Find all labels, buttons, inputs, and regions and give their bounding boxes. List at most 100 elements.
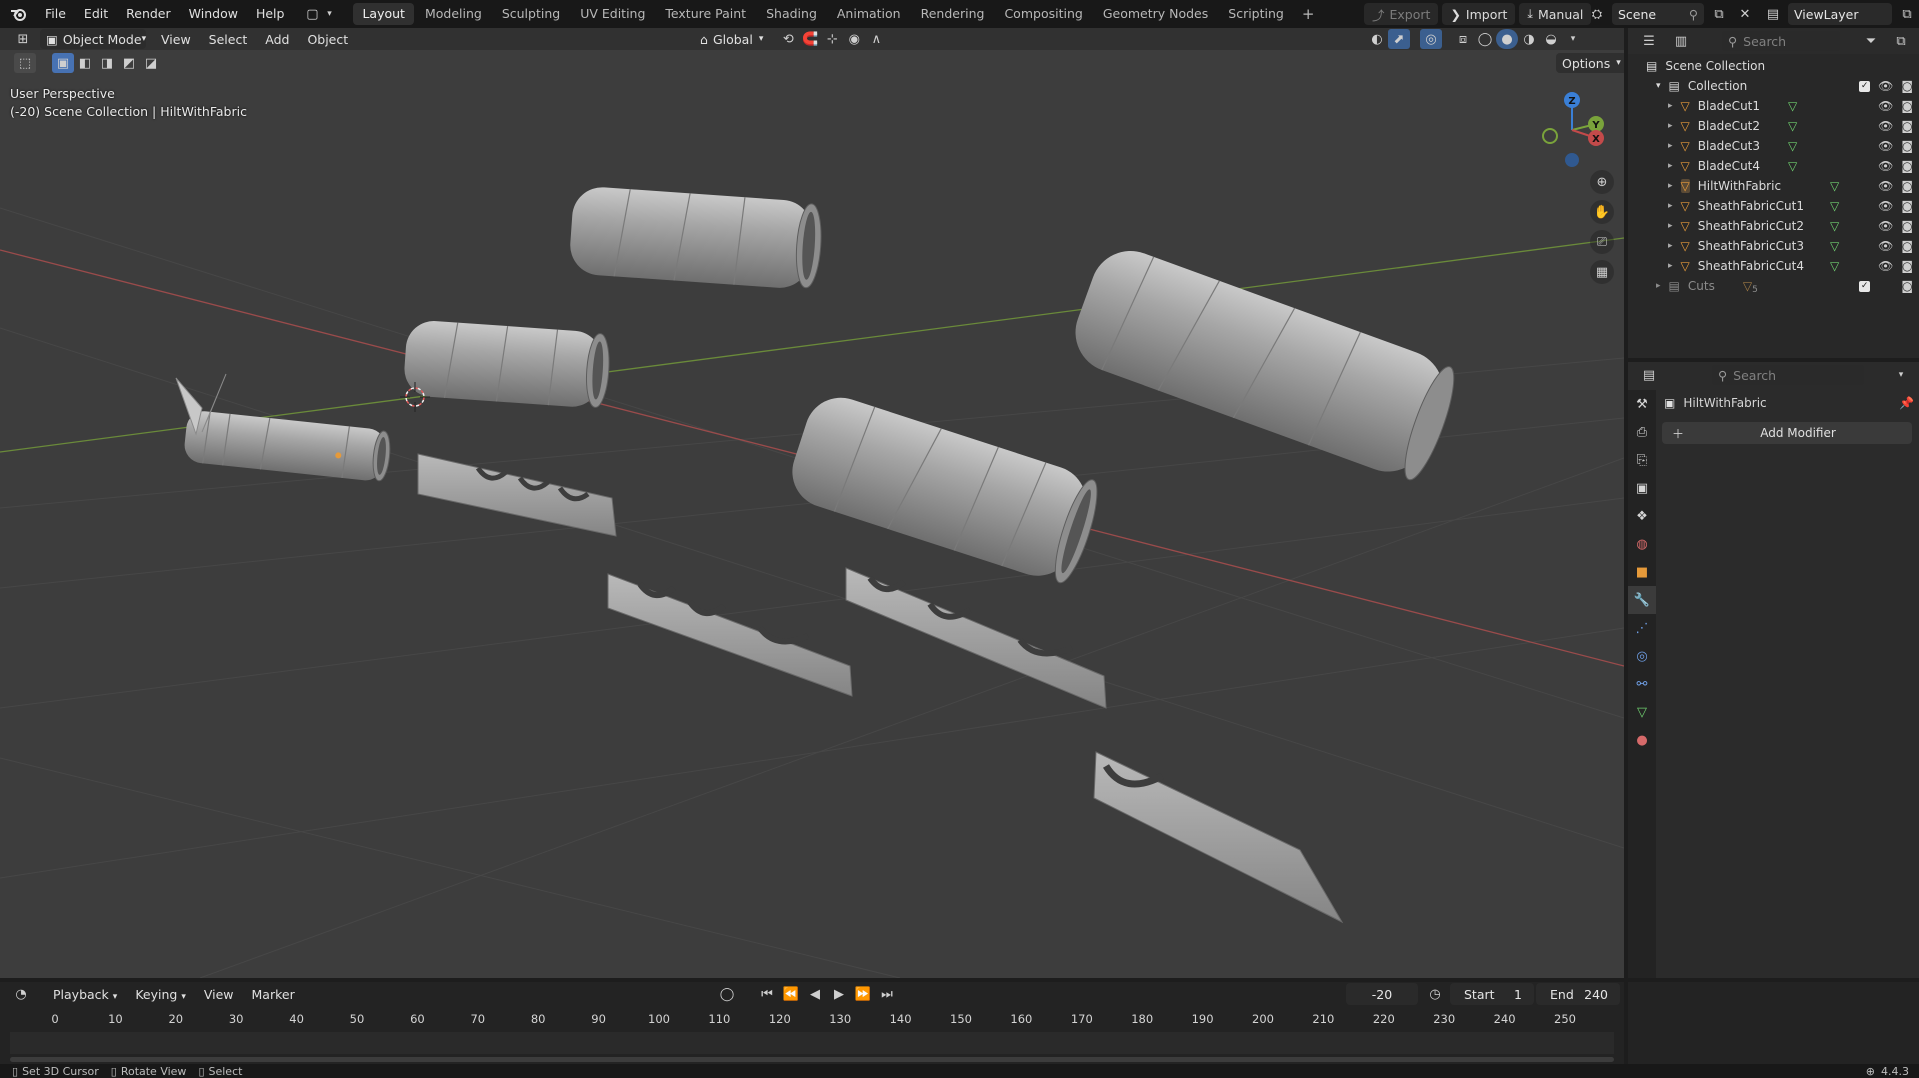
mesh-data-icon[interactable]: ▽ (1788, 159, 1797, 173)
menu-window[interactable]: Window (180, 0, 247, 28)
new-scene-icon[interactable]: ⧉ (1708, 4, 1730, 24)
viewport-menu-object[interactable]: Object (298, 32, 357, 47)
snap-icon[interactable]: 🧲 (799, 29, 821, 49)
mesh-data-icon[interactable]: ▽ (1830, 239, 1839, 253)
chevron-right-icon[interactable]: ▸ (1668, 201, 1673, 211)
mesh-sheath-large-right[interactable] (1064, 240, 1463, 486)
add-workspace-button[interactable]: + (1293, 3, 1324, 25)
object-tab-icon[interactable]: ■ (1628, 558, 1656, 586)
object-mode-dropdown[interactable]: ▣ Object Mode ▾ (40, 29, 146, 49)
3d-viewport[interactable]: Z Y X ⊞ ▣ Object Mode ▾ View Select Add Obj… (0, 28, 1624, 978)
camera-icon[interactable]: ◙ (1901, 139, 1913, 153)
scene-selector[interactable]: Scene ⚲ (1612, 3, 1704, 25)
mesh-blade-cut-small[interactable] (417, 453, 617, 537)
camera-view-icon[interactable]: ⎚ (1590, 230, 1614, 254)
viewport-menu-select[interactable]: Select (200, 32, 257, 47)
tab-texture-paint[interactable]: Texture Paint (656, 3, 755, 25)
menu-help[interactable]: Help (247, 0, 294, 28)
menu-edit[interactable]: Edit (75, 0, 117, 28)
timeline-scrollbar[interactable] (10, 1057, 1614, 1062)
checkbox-icon[interactable]: ✓ (1859, 80, 1871, 92)
tool-tab-icon[interactable]: ⚒ (1628, 390, 1656, 418)
snap-increment-icon[interactable]: ⊹ (821, 29, 843, 49)
properties-editor-icon[interactable]: ▤ (1638, 365, 1660, 385)
new-collection-icon[interactable]: ⧉ (1890, 31, 1912, 51)
outliner-item[interactable]: ▸ ▽ SheathFabricCut4 ▽ 👁 ◙ (1628, 256, 1919, 276)
pin-icon[interactable]: ⚲ (1689, 7, 1698, 22)
camera-icon[interactable]: ◙ (1901, 199, 1913, 213)
material-tab-icon[interactable]: ● (1628, 726, 1656, 754)
outliner-item[interactable]: ▸ ▽ BladeCut4 ▽ 👁 ◙ (1628, 156, 1919, 176)
tab-sculpting[interactable]: Sculpting (493, 3, 569, 25)
camera-icon[interactable]: ◙ (1901, 79, 1913, 93)
outliner-item[interactable]: ▸ ▽ SheathFabricCut2 ▽ 👁 ◙ (1628, 216, 1919, 236)
menu-render[interactable]: Render (117, 0, 180, 28)
menu-file[interactable]: File (36, 0, 75, 28)
camera-icon[interactable]: ◙ (1901, 239, 1913, 253)
eye-icon[interactable]: 👁 (1878, 219, 1893, 233)
display-mode-icon[interactable]: ▥ (1670, 31, 1692, 51)
constraints-tab-icon[interactable]: ⚯ (1628, 670, 1656, 698)
scene-icon[interactable]: ⛭ (1586, 4, 1608, 24)
mesh-hilt-with-fabric[interactable] (183, 409, 392, 482)
viewlayer-selector[interactable]: ViewLayer (1788, 3, 1892, 25)
camera-icon[interactable]: ◙ (1901, 159, 1913, 173)
tab-geometry-nodes[interactable]: Geometry Nodes (1094, 3, 1217, 25)
select-intersect-icon[interactable]: ◪ (140, 53, 162, 73)
chevron-right-icon[interactable]: ▸ (1668, 121, 1673, 131)
mesh-data-icon[interactable]: ▽ (1788, 139, 1797, 153)
select-extend-icon[interactable]: ◧ (74, 53, 96, 73)
zoom-icon[interactable]: ⊕ (1590, 170, 1614, 194)
outliner-item[interactable]: ▸ ▽ HiltWithFabric ▽ 👁 ◙ (1628, 176, 1919, 196)
visibility-icon[interactable]: ◐ (1366, 29, 1388, 49)
eye-icon[interactable]: 👁 (1878, 139, 1893, 153)
camera-icon[interactable]: ◙ (1901, 179, 1913, 193)
tab-layout[interactable]: Layout (353, 3, 414, 25)
viewport-menu-view[interactable]: View (152, 32, 200, 47)
outliner-collection[interactable]: ▾ ▤ Collection ✓ 👁 ◙ (1628, 76, 1919, 96)
gizmo-toggle-icon[interactable]: ⬈ (1388, 29, 1410, 49)
data-tab-icon[interactable]: ▽ (1628, 698, 1656, 726)
select-new-icon[interactable]: ▣ (52, 53, 74, 73)
editor-type-icon[interactable]: ⊞ (12, 29, 34, 49)
eye-icon[interactable]: 👁 (1878, 179, 1893, 193)
wireframe-shading-icon[interactable]: ◯ (1474, 29, 1496, 49)
select-tool-icon[interactable]: ⬚ (14, 53, 36, 73)
camera-icon[interactable]: ◙ (1901, 119, 1913, 133)
options-dropdown[interactable]: Options ▾ (1556, 53, 1624, 73)
mesh-blade-cut-right[interactable] (845, 567, 1107, 709)
select-subtract-icon[interactable]: ◨ (96, 53, 118, 73)
new-viewlayer-icon[interactable]: ⧉ (1896, 4, 1918, 24)
tab-animation[interactable]: Animation (828, 3, 910, 25)
tab-compositing[interactable]: Compositing (995, 3, 1091, 25)
outliner-scene-collection[interactable]: ▤ Scene Collection (1628, 56, 1919, 76)
camera-icon[interactable]: ◙ (1901, 219, 1913, 233)
delete-scene-icon[interactable]: ✕ (1734, 4, 1756, 24)
mesh-data-icon[interactable]: ▽ (1788, 99, 1797, 113)
eye-icon[interactable]: 👁 (1878, 239, 1893, 253)
mesh-data-icon[interactable]: ▽ (1830, 259, 1839, 273)
viewport-menu-add[interactable]: Add (256, 32, 298, 47)
outliner-item[interactable]: ▸ ▽ BladeCut2 ▽ 👁 ◙ (1628, 116, 1919, 136)
mesh-data-icon[interactable]: ▽ (1788, 119, 1797, 133)
checkbox-icon[interactable]: ✓ (1859, 280, 1871, 292)
material-shading-icon[interactable]: ◑ (1518, 29, 1540, 49)
tab-rendering[interactable]: Rendering (912, 3, 994, 25)
workspace-overview-icon[interactable]: ▢ (301, 4, 323, 24)
camera-icon[interactable]: ◙ (1901, 99, 1913, 113)
mesh-sheath-top[interactable] (568, 185, 824, 290)
physics-tab-icon[interactable]: ◎ (1628, 642, 1656, 670)
export-button[interactable]: ⤴ Export (1364, 3, 1439, 25)
solid-shading-icon[interactable]: ● (1496, 29, 1518, 49)
tab-scripting[interactable]: Scripting (1219, 3, 1293, 25)
outliner-editor-icon[interactable]: ☰ (1638, 31, 1660, 51)
add-modifier-button[interactable]: ＋ Add Modifier (1662, 422, 1912, 444)
camera-icon[interactable]: ◙ (1901, 279, 1913, 293)
outliner-item[interactable]: ▸ ▽ BladeCut1 ▽ 👁 ◙ (1628, 96, 1919, 116)
eye-icon[interactable]: 👁 (1878, 199, 1893, 213)
chevron-right-icon[interactable]: ▸ (1668, 101, 1673, 111)
chevron-right-icon[interactable]: ▸ (1668, 261, 1673, 271)
rendered-shading-icon[interactable]: ◒ (1540, 29, 1562, 49)
eye-icon[interactable]: 👁 (1878, 119, 1893, 133)
chevron-down-icon[interactable]: ▾ (1890, 365, 1912, 385)
